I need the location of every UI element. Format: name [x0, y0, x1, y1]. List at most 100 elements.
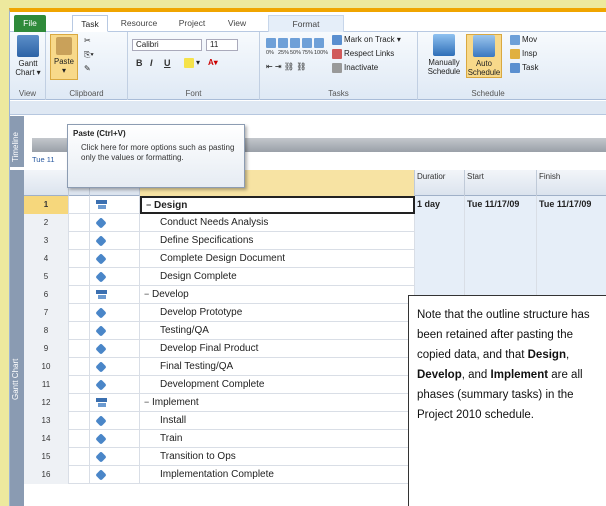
task-mode-cell[interactable] — [90, 448, 140, 466]
tab-view[interactable]: View — [220, 15, 254, 32]
indent-outdent-buttons[interactable]: ⇤ ⇥ ⛓ ⛓ — [266, 62, 306, 71]
finish-cell[interactable] — [537, 268, 606, 286]
start-cell[interactable] — [465, 250, 537, 268]
start-cell[interactable]: Tue 11/17/09 — [465, 196, 537, 214]
task-mode-cell[interactable] — [90, 250, 140, 268]
task-mode-cell[interactable] — [90, 412, 140, 430]
col-duration[interactable]: Duratior — [415, 170, 465, 196]
task-mode-cell[interactable] — [90, 286, 140, 304]
table-row[interactable]: 3 Define Specifications — [24, 232, 606, 250]
table-row[interactable]: 4 Complete Design Document — [24, 250, 606, 268]
mark-on-track-button[interactable]: Mark on Track ▾ — [332, 35, 401, 45]
task-mode-cell[interactable] — [90, 196, 140, 214]
finish-cell[interactable] — [537, 214, 606, 232]
row-number[interactable]: 8 — [24, 322, 69, 340]
table-row[interactable]: 1− Design 1 day Tue 11/17/09 Tue 11/17/09 — [24, 196, 606, 214]
manually-schedule-button[interactable]: Manually Schedule — [424, 34, 464, 76]
table-row[interactable]: 2 Conduct Needs Analysis — [24, 214, 606, 232]
row-number[interactable]: 11 — [24, 376, 69, 394]
task-mode-cell[interactable] — [90, 358, 140, 376]
task-name-cell[interactable]: − Implement — [140, 394, 415, 412]
task-name-cell[interactable]: Final Testing/QA — [140, 358, 415, 376]
row-number[interactable]: 12 — [24, 394, 69, 412]
col-start[interactable]: Start — [465, 170, 537, 196]
format-painter-icon[interactable]: ✎ — [84, 64, 91, 73]
cut-icon[interactable]: ✂ — [84, 36, 91, 45]
task-mode-cell[interactable] — [90, 268, 140, 286]
row-number[interactable]: 14 — [24, 430, 69, 448]
duration-cell[interactable] — [415, 250, 465, 268]
row-number[interactable]: 7 — [24, 304, 69, 322]
tab-task[interactable]: Task — [72, 15, 108, 32]
row-number[interactable]: 9 — [24, 340, 69, 358]
task-mode-cell[interactable] — [90, 376, 140, 394]
row-number[interactable]: 2 — [24, 214, 69, 232]
font-size-select[interactable]: 11 — [206, 39, 238, 51]
collapse-icon[interactable]: − — [144, 394, 152, 411]
task-name-cell[interactable]: Complete Design Document — [140, 250, 415, 268]
row-number[interactable]: 5 — [24, 268, 69, 286]
task-name-cell[interactable]: Develop Prototype — [140, 304, 415, 322]
task-name-cell[interactable]: Install — [140, 412, 415, 430]
task-mode-cell[interactable] — [90, 466, 140, 484]
task-name-cell[interactable]: Define Specifications — [140, 232, 415, 250]
copy-icon[interactable]: ⎘▾ — [84, 50, 94, 60]
row-number[interactable]: 1 — [24, 196, 69, 214]
row-number[interactable]: 16 — [24, 466, 69, 484]
tab-format[interactable]: Format — [268, 15, 344, 32]
finish-cell[interactable]: Tue 11/17/09 — [537, 196, 606, 214]
bold-button[interactable]: B — [136, 58, 143, 68]
collapse-icon[interactable]: − — [144, 286, 152, 303]
underline-button[interactable]: U — [164, 58, 171, 68]
finish-cell[interactable] — [537, 250, 606, 268]
table-row[interactable]: 5 Design Complete — [24, 268, 606, 286]
start-cell[interactable] — [465, 214, 537, 232]
row-number[interactable]: 3 — [24, 232, 69, 250]
task-button[interactable]: Task — [510, 63, 538, 73]
row-number[interactable]: 13 — [24, 412, 69, 430]
task-name-cell[interactable]: Conduct Needs Analysis — [140, 214, 415, 232]
task-name-cell[interactable]: Design Complete — [140, 268, 415, 286]
task-mode-cell[interactable] — [90, 232, 140, 250]
italic-button[interactable]: I — [150, 58, 153, 68]
duration-cell[interactable] — [415, 268, 465, 286]
move-button[interactable]: Mov — [510, 35, 537, 45]
row-number[interactable]: 6 — [24, 286, 69, 304]
font-name-select[interactable]: Calibri — [132, 39, 202, 51]
row-number[interactable]: 15 — [24, 448, 69, 466]
duration-cell[interactable] — [415, 232, 465, 250]
task-mode-cell[interactable] — [90, 304, 140, 322]
task-name-cell[interactable]: Implementation Complete — [140, 466, 415, 484]
select-all-cell[interactable] — [24, 170, 69, 196]
paste-button[interactable]: Paste ▾ — [50, 34, 78, 80]
tab-resource[interactable]: Resource — [114, 15, 164, 32]
task-name-cell[interactable]: Development Complete — [140, 376, 415, 394]
col-finish[interactable]: Finish — [537, 170, 606, 196]
task-mode-cell[interactable] — [90, 340, 140, 358]
start-cell[interactable] — [465, 232, 537, 250]
inactivate-button[interactable]: Inactivate — [332, 63, 378, 73]
tab-project[interactable]: Project — [170, 15, 214, 32]
task-name-cell[interactable]: − Develop — [140, 286, 415, 304]
task-name-cell[interactable]: − Design — [140, 196, 415, 214]
gantt-chart-button[interactable]: Gantt Chart ▾ — [12, 35, 44, 77]
row-number[interactable]: 4 — [24, 250, 69, 268]
task-name-cell[interactable]: Testing/QA — [140, 322, 415, 340]
duration-cell[interactable] — [415, 214, 465, 232]
task-name-cell[interactable]: Develop Final Product — [140, 340, 415, 358]
percent-complete-buttons[interactable] — [266, 38, 326, 48]
task-mode-cell[interactable] — [90, 394, 140, 412]
start-cell[interactable] — [465, 268, 537, 286]
respect-links-button[interactable]: Respect Links — [332, 49, 394, 59]
duration-cell[interactable]: 1 day — [415, 196, 465, 214]
task-name-cell[interactable]: Train — [140, 430, 415, 448]
row-number[interactable]: 10 — [24, 358, 69, 376]
tab-file[interactable]: File — [14, 15, 46, 32]
inspect-button[interactable]: Insp — [510, 49, 537, 59]
highlight-color-icon[interactable]: ▾ — [184, 58, 200, 68]
collapse-icon[interactable]: − — [146, 198, 154, 212]
task-mode-cell[interactable] — [90, 322, 140, 340]
font-color-icon[interactable]: A▾ — [208, 58, 218, 67]
task-name-cell[interactable]: Transition to Ops — [140, 448, 415, 466]
auto-schedule-button[interactable]: Auto Schedule — [466, 34, 502, 78]
